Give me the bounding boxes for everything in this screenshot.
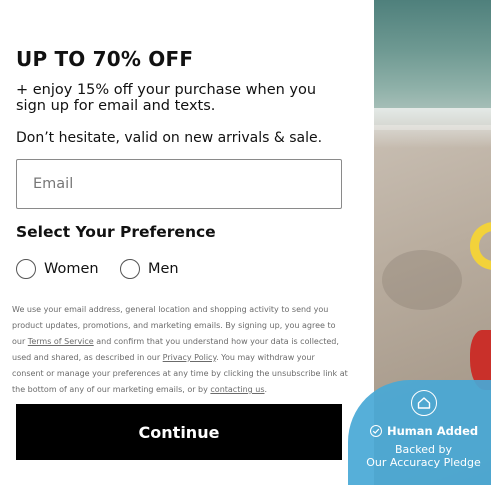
promo-note: Don’t hesitate, valid on new arrivals & …	[16, 130, 323, 146]
radio-men[interactable]: Men	[120, 258, 179, 280]
promo-headline: UP TO 70% OFF	[16, 47, 194, 71]
email-input[interactable]	[33, 176, 341, 192]
radio-women-circle[interactable]	[16, 259, 36, 279]
promo-subline: + enjoy 15% off your purchase when you s…	[16, 82, 317, 114]
signup-panel: UP TO 70% OFF + enjoy 15% off your purch…	[0, 0, 374, 485]
legal-text-4: .	[264, 385, 268, 394]
house-shield-icon	[411, 390, 437, 416]
badge-title-row: Human Added	[370, 424, 478, 438]
photo-surf	[374, 108, 491, 148]
check-circle-icon	[370, 425, 382, 437]
radio-women-label[interactable]: Women	[44, 261, 99, 277]
accuracy-badge: Human Added Backed by Our Accuracy Pledg…	[348, 380, 491, 485]
badge-subtitle-line2: Our Accuracy Pledge	[366, 456, 481, 469]
preference-title: Select Your Preference	[16, 223, 216, 241]
terms-of-service-link[interactable]: Terms of Service	[28, 337, 94, 346]
continue-button[interactable]: Continue	[16, 404, 342, 460]
badge-subtitle-line1: Backed by	[394, 443, 453, 456]
legal-disclaimer: We use your email address, general locat…	[12, 302, 348, 398]
contact-us-link[interactable]: contacting us	[210, 385, 264, 394]
photo-sea	[374, 0, 491, 125]
badge-title: Human Added	[387, 424, 479, 438]
photo-shadow	[382, 250, 462, 310]
radio-men-label[interactable]: Men	[148, 261, 179, 277]
privacy-policy-link[interactable]: Privacy Policy	[163, 353, 216, 362]
email-field[interactable]	[16, 159, 342, 209]
radio-women[interactable]: Women	[16, 258, 99, 280]
badge-subtitle: Backed by Our Accuracy Pledge	[356, 443, 491, 469]
radio-men-circle[interactable]	[120, 259, 140, 279]
